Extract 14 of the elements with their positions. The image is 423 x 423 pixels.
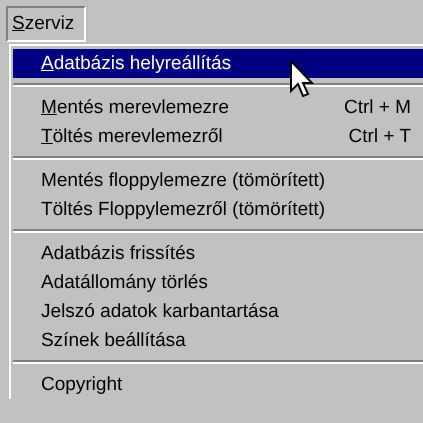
menu-item[interactable]: Copyright <box>13 370 423 399</box>
menu-item[interactable]: Adatbázis helyreállítás <box>13 49 423 78</box>
cursor-icon <box>290 60 314 98</box>
menu-item[interactable]: Színek beállítása <box>13 326 423 355</box>
menu-title[interactable]: Szerviz <box>6 6 86 42</box>
menu-item[interactable]: Adatállomány törlés <box>13 268 423 297</box>
menu-item[interactable]: Töltés merevlemezről Ctrl + T <box>13 122 423 151</box>
menu-item[interactable]: Töltés Floppylemezről (tömörített) <box>13 195 423 224</box>
menu-item[interactable]: Mentés floppylemezre (tömörített) <box>13 166 423 195</box>
menu-item[interactable]: Adatbázis frissítés <box>13 239 423 268</box>
shortcut-label: Ctrl + T <box>348 126 411 148</box>
menu-item[interactable]: Jelszó adatok karbantartása <box>13 297 423 326</box>
shortcut-label: Ctrl + M <box>344 96 411 118</box>
menu-item[interactable]: Mentés merevlemezre Ctrl + M <box>13 93 423 122</box>
